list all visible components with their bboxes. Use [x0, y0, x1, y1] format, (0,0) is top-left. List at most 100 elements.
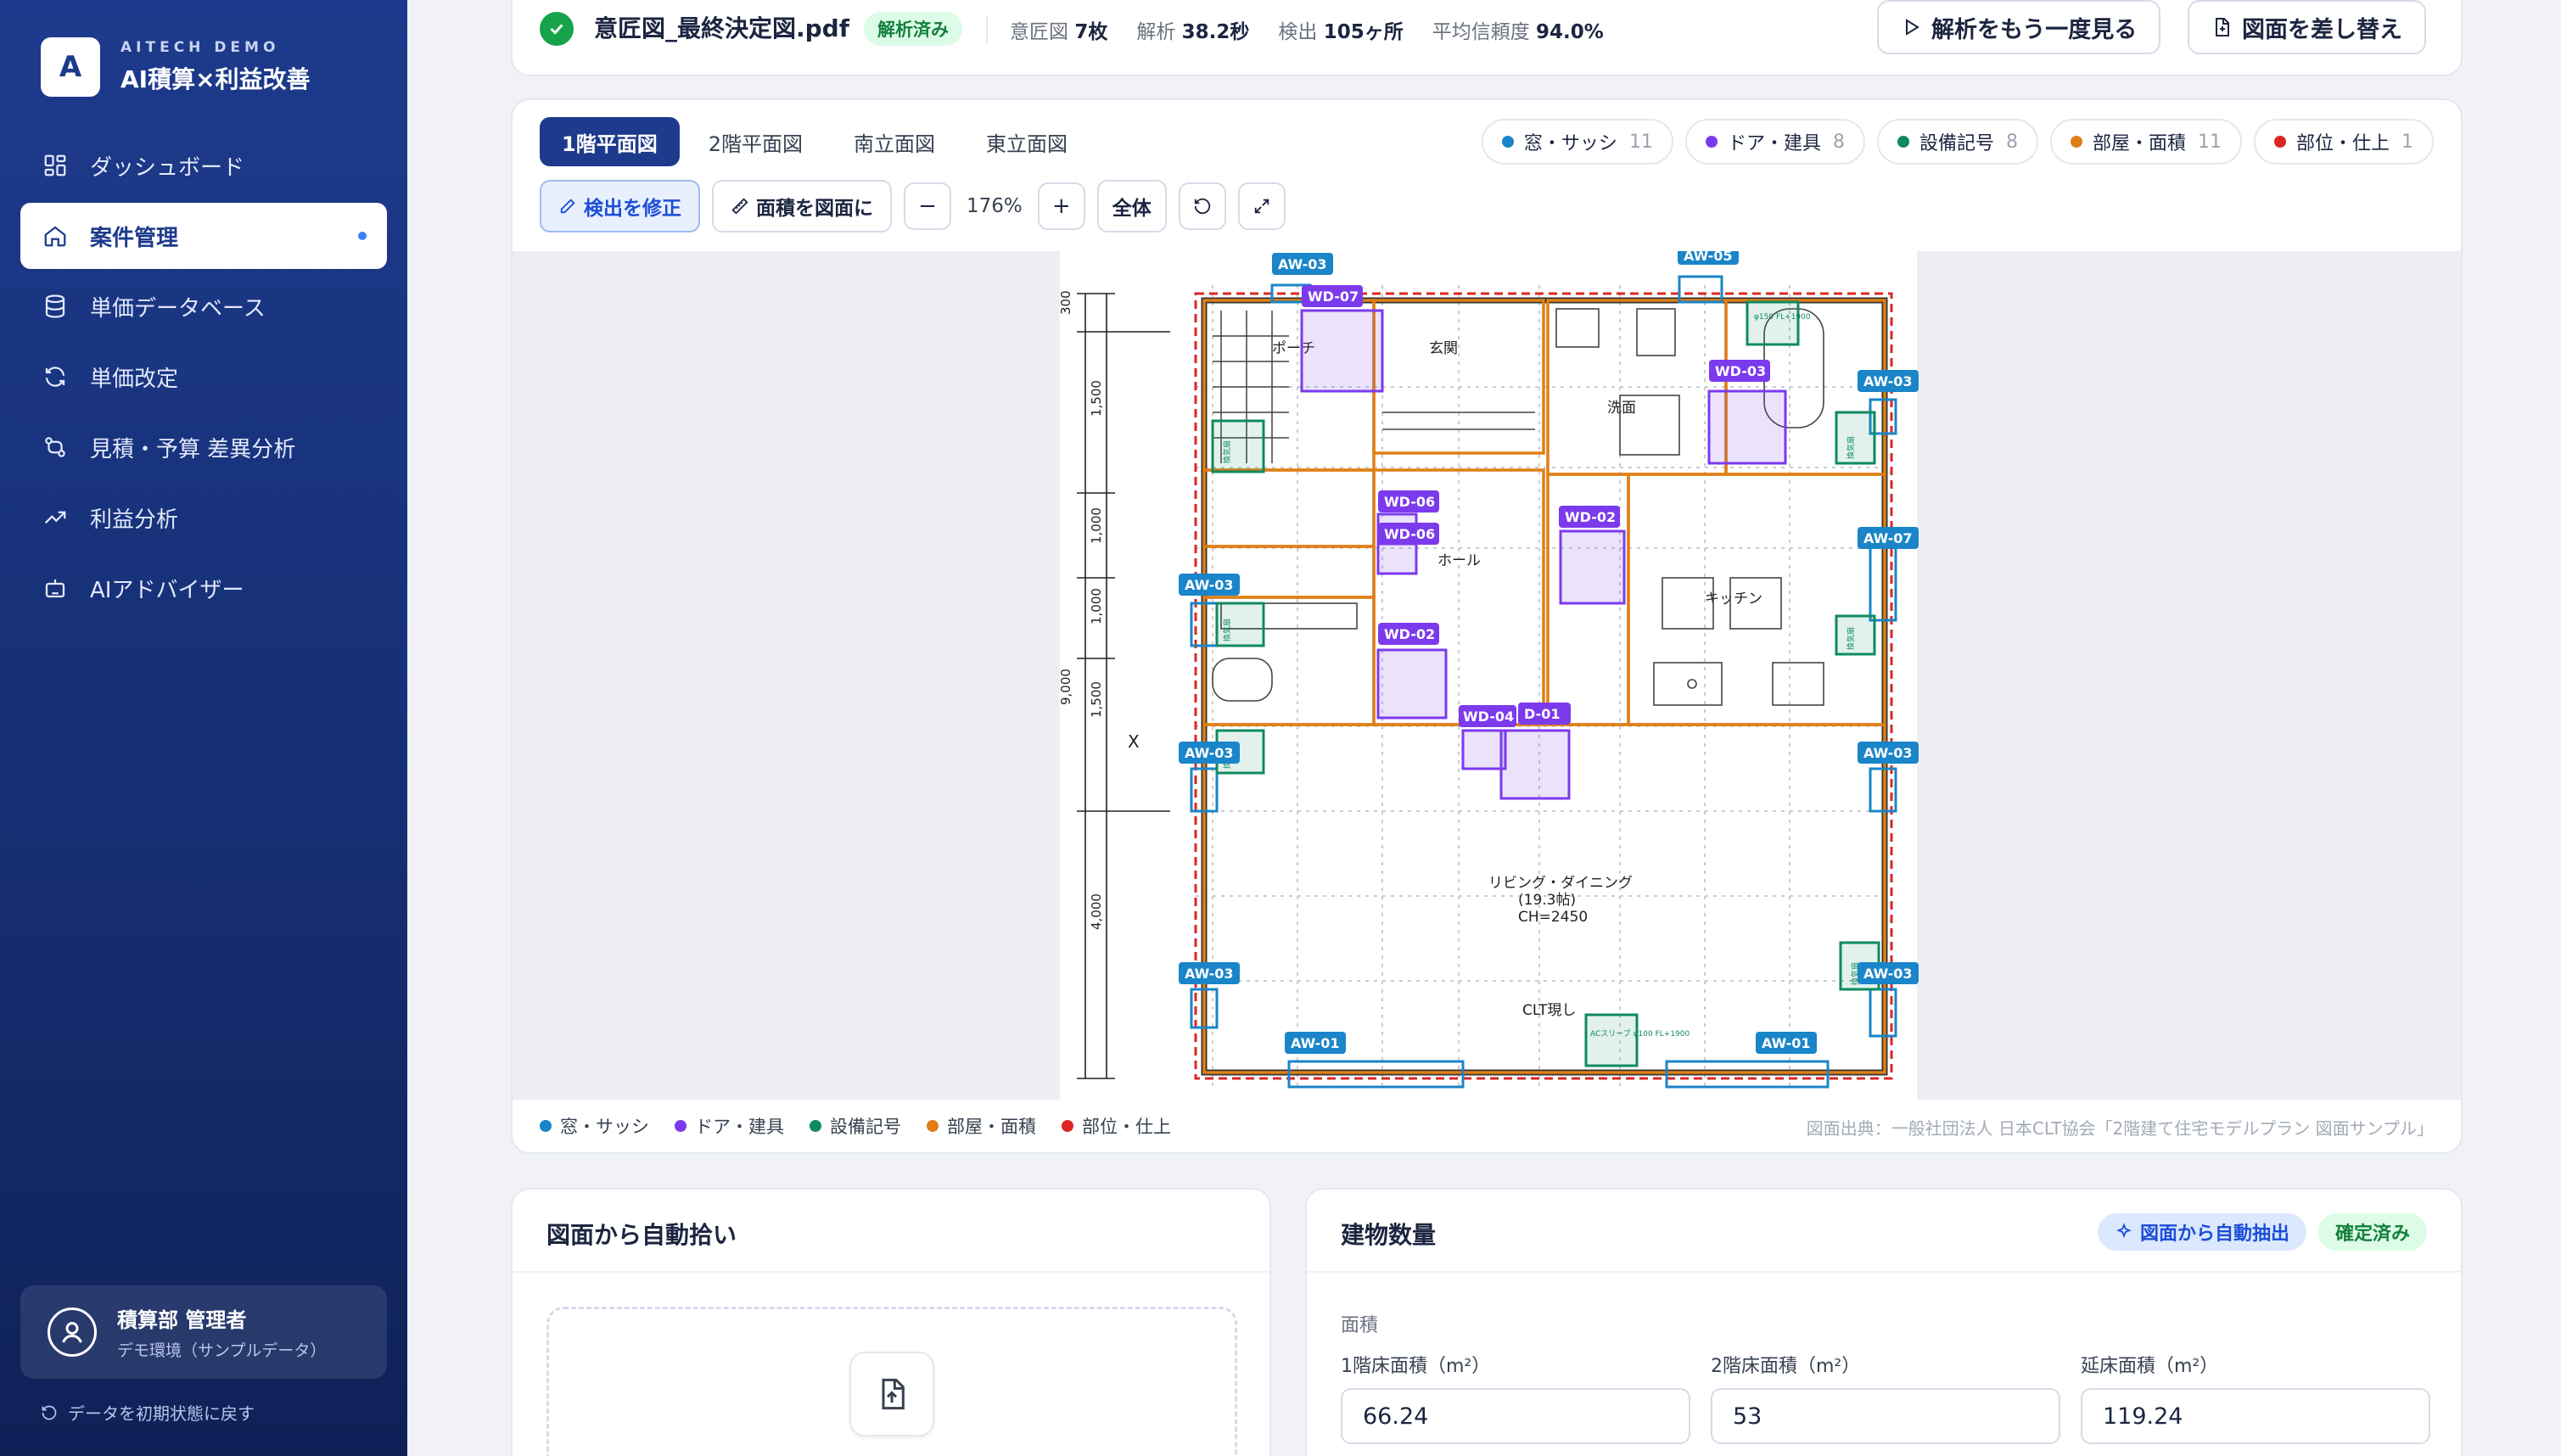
stat-detections: 検出 105ヶ所: [1278, 21, 1404, 43]
stat-sheets: 意匠図 7枚: [1010, 21, 1108, 43]
window-tag: AW-03: [1863, 966, 1913, 982]
fullscreen-button[interactable]: [1237, 182, 1286, 230]
equip-label: 換気扇: [1222, 619, 1232, 641]
file-upload-icon: [849, 1352, 934, 1436]
drawing-credit: 図面出典：一般社団法人 日本CLT協会「2階建て住宅モデルプラン 図面サンプル」: [1806, 1118, 2434, 1139]
divider: [1307, 1271, 2461, 1273]
file-drop-zone[interactable]: [546, 1307, 1237, 1456]
sidebar-item-label: 単価データベース: [90, 295, 266, 322]
auto-pick-panel: 図面から自動拾い: [511, 1188, 1271, 1456]
status-badge: 解析済み: [864, 12, 962, 46]
auto-extract-label: 図面から自動抽出: [2139, 1224, 2289, 1245]
door-tag: WD-06: [1384, 494, 1435, 510]
edit-detection-button[interactable]: 検出を修正: [540, 180, 700, 232]
review-analysis-label: 解析をもう一度見る: [1931, 16, 2138, 43]
chip-label: 窓・サッシ: [1523, 133, 1617, 154]
stat-time: 解析 38.2秒: [1136, 21, 1250, 43]
drawing-viewer: 1階平面図 2階平面図 南立面図 東立面図 窓・サッシ 11 ドア・建具 8 設備記…: [511, 98, 2463, 1154]
rotate-button[interactable]: [1178, 182, 1226, 230]
chip-doors[interactable]: ドア・建具 8: [1684, 119, 1865, 165]
file-name: 意匠図_最終決定図.pdf: [594, 14, 849, 42]
floor1-area-input[interactable]: 66.24: [1341, 1388, 1690, 1444]
play-icon: [1906, 19, 1919, 36]
sidebar-item-label: 見積・予算 差異分析: [90, 436, 296, 462]
window-tag: AW-03: [1278, 256, 1327, 272]
window-tag: AW-03: [1185, 577, 1234, 593]
area-to-drawing-button[interactable]: 面積を図面に: [712, 180, 892, 232]
detection-legend: 窓・サッシ ドア・建具 設備記号 部屋・面積 部位・仕上: [540, 1113, 1196, 1139]
floor2-area-input[interactable]: 53: [1711, 1388, 2060, 1444]
sidebar-item-price-db[interactable]: 単価データベース: [20, 273, 387, 339]
sidebar-item-variance[interactable]: 見積・予算 差異分析: [20, 414, 387, 480]
door-tag: WD-06: [1384, 526, 1435, 542]
sidebar-item-projects[interactable]: 案件管理: [20, 203, 387, 269]
sidebar-item-dashboard[interactable]: ダッシュボード: [20, 132, 387, 199]
drawing-canvas[interactable]: 300 1,500 1,000 1,000 1,500 4,000 9,000 …: [513, 251, 2461, 1100]
replace-drawing-button[interactable]: 図面を差し替え: [2188, 0, 2426, 54]
axis-marker-x: X: [1128, 731, 1140, 752]
sidebar-nav: ダッシュボード 案件管理 単価データベース 単価改定 見積・予算 差異分析 利益…: [20, 132, 387, 625]
ruler-icon: [731, 198, 748, 215]
robot-icon: [41, 574, 70, 602]
avatar: [48, 1308, 97, 1357]
user-profile[interactable]: 積算部 管理者 デモ環境（サンプルデータ）: [20, 1285, 387, 1379]
expand-icon: [1254, 199, 1269, 214]
trend-icon: [41, 503, 70, 532]
door-tag: WD-02: [1384, 626, 1435, 642]
chip-equipment[interactable]: 設備記号 8: [1876, 119, 2038, 165]
tab-1f-plan[interactable]: 1階平面図: [540, 117, 680, 166]
chip-finishes[interactable]: 部位・仕上 1: [2253, 119, 2434, 165]
tab-south-elevation[interactable]: 南立面図: [832, 117, 957, 166]
dim-label: 1,000: [1089, 507, 1104, 544]
dim-label: 300: [1060, 290, 1073, 315]
equip-label: ACスリーブ φ100 FL+1900: [1590, 1028, 1690, 1039]
total-area-field: 延床面積（m²） 119.24: [2081, 1351, 2430, 1444]
review-analysis-button[interactable]: 解析をもう一度見る: [1877, 0, 2161, 54]
reset-icon: [42, 1405, 57, 1420]
dim-label: 1,500: [1089, 681, 1104, 718]
active-indicator-dot: [358, 232, 367, 240]
floor2-area-field: 2階床面積（m²） 53: [1711, 1351, 2060, 1444]
database-icon: [41, 292, 70, 321]
equip-label: 換気扇: [1846, 627, 1856, 650]
total-area-input[interactable]: 119.24: [2081, 1388, 2430, 1444]
tab-2f-plan[interactable]: 2階平面図: [686, 117, 825, 166]
sidebar-item-ai-advisor[interactable]: AIアドバイザー: [20, 555, 387, 621]
field-label: 1階床面積（m²）: [1341, 1356, 1491, 1377]
user-environment: デモ環境（サンプルデータ）: [117, 1341, 327, 1360]
floor-plan-drawing: 300 1,500 1,000 1,000 1,500 4,000 9,000 …: [1060, 251, 1919, 1100]
window-tag: AW-01: [1291, 1035, 1340, 1051]
home-icon: [41, 221, 70, 250]
fit-all-button[interactable]: 全体: [1096, 180, 1167, 232]
minus-icon: −: [918, 193, 937, 219]
chip-count: 11: [1628, 131, 1653, 153]
door-tag: WD-02: [1565, 509, 1616, 525]
sidebar-item-profit[interactable]: 利益分析: [20, 484, 387, 551]
chip-count: 8: [2005, 131, 2018, 153]
zoom-in-button[interactable]: +: [1037, 182, 1085, 230]
reset-data-link[interactable]: データを初期状態に戻す: [41, 1400, 255, 1425]
chip-windows[interactable]: 窓・サッシ 11: [1481, 119, 1673, 165]
check-icon: [540, 12, 574, 46]
area-to-drawing-label: 面積を図面に: [756, 198, 873, 220]
pencil-icon: [560, 199, 575, 214]
sidebar-item-label: 単価改定: [90, 366, 179, 392]
chip-label: 部屋・面積: [2092, 133, 2186, 154]
zoom-out-button[interactable]: −: [904, 182, 951, 230]
area-section-label: 面積: [1341, 1315, 1379, 1336]
chip-rooms[interactable]: 部屋・面積 11: [2049, 119, 2242, 165]
file-status-bar: 意匠図_最終決定図.pdf 解析済み 意匠図 7枚 解析 38.2秒 検出 10…: [511, 0, 2463, 76]
dot-icon: [2273, 136, 2286, 148]
tab-east-elevation[interactable]: 東立面図: [964, 117, 1090, 166]
door-tag: D-01: [1524, 706, 1560, 722]
auto-pick-title: 図面から自動拾い: [546, 1221, 737, 1249]
dashboard-icon: [41, 151, 70, 180]
chip-label: ドア・建具: [1727, 133, 1821, 154]
auto-extract-badge[interactable]: 図面から自動抽出: [2097, 1213, 2306, 1251]
window-tag: AW-01: [1762, 1035, 1811, 1051]
sidebar-item-price-revision[interactable]: 単価改定: [20, 344, 387, 410]
rotate-icon: [1194, 198, 1210, 215]
field-label: 2階床面積（m²）: [1711, 1356, 1861, 1377]
building-quantity-panel: 建物数量 図面から自動抽出 確定済み 面積 1階床面積（m²） 66.24 2階…: [1305, 1188, 2463, 1456]
sidebar: A AITECH DEMO AI積算×利益改善 ダッシュボード 案件管理 単価デ…: [0, 0, 407, 1456]
